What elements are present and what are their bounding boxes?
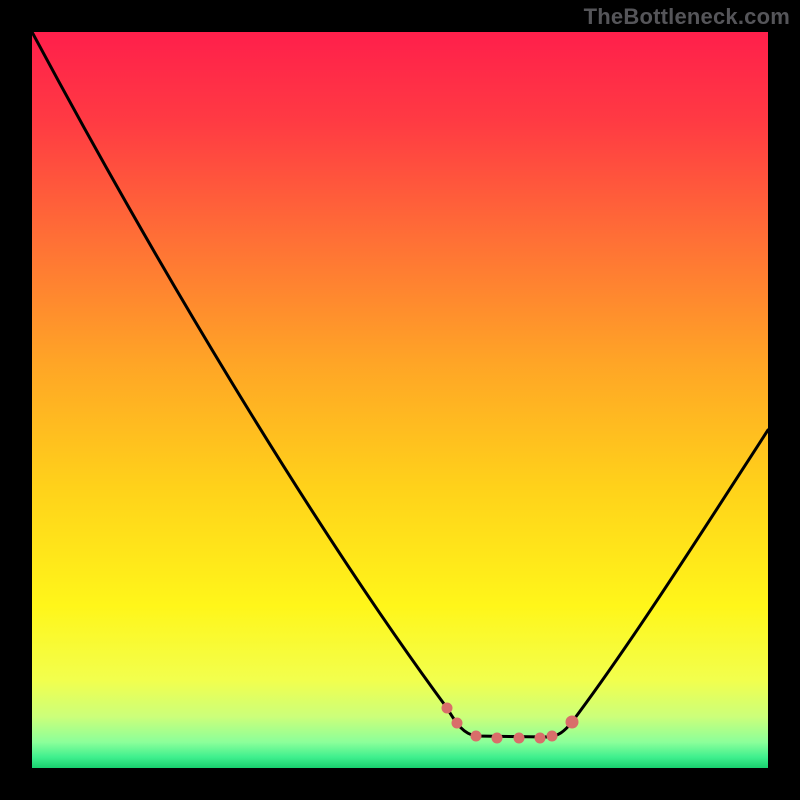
heat-gradient-background — [32, 32, 768, 768]
marker-dot — [471, 731, 481, 741]
chart-frame: TheBottleneck.com — [0, 0, 800, 800]
watermark-text: TheBottleneck.com — [584, 4, 790, 30]
marker-dot — [442, 703, 452, 713]
plot-area — [32, 32, 768, 768]
chart-svg — [32, 32, 768, 768]
marker-dot — [535, 733, 545, 743]
marker-dot — [492, 733, 502, 743]
marker-dot — [547, 731, 557, 741]
marker-dot — [452, 718, 462, 728]
marker-dot — [566, 716, 578, 728]
marker-dot — [514, 733, 524, 743]
